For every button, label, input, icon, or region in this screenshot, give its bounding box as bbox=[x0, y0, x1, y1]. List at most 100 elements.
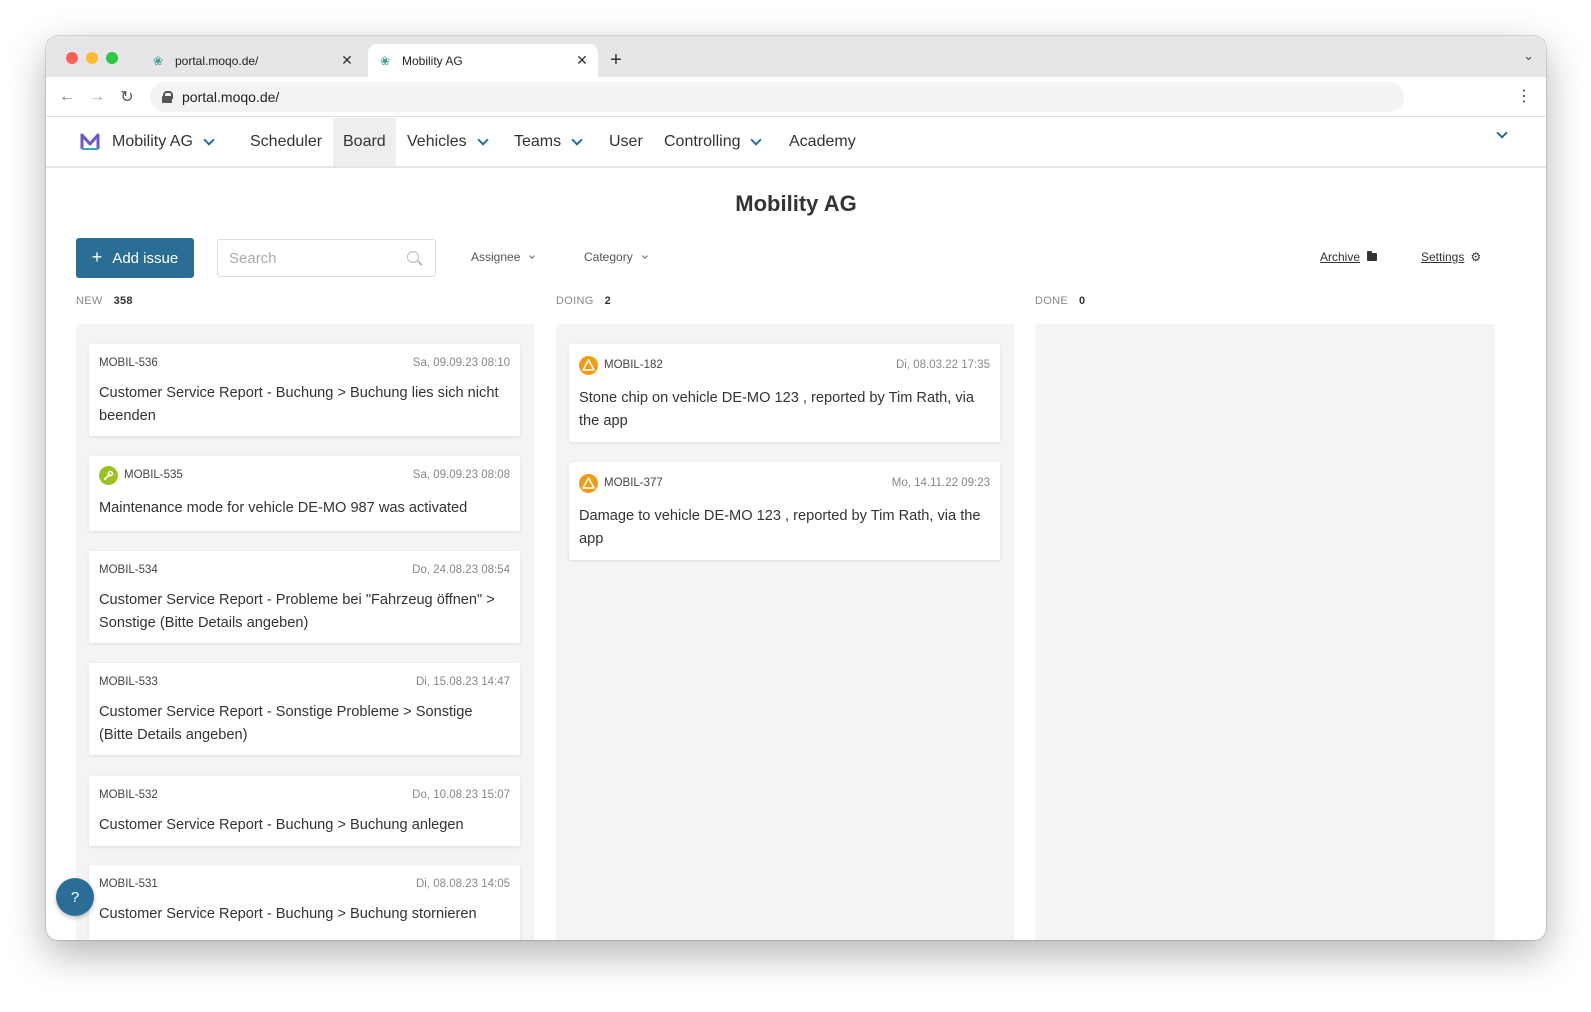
maximize-window-button[interactable] bbox=[106, 52, 118, 64]
assignee-filter[interactable]: Assignee bbox=[471, 250, 536, 264]
issue-title: Customer Service Report - Buchung > Buch… bbox=[99, 385, 499, 424]
back-arrow-icon[interactable]: ← bbox=[56, 86, 78, 108]
nav-board[interactable]: Board bbox=[333, 118, 396, 166]
nav-label: Controlling bbox=[664, 133, 741, 150]
brand-switcher[interactable]: Mobility AG bbox=[112, 118, 215, 166]
chevron-down-icon bbox=[203, 133, 215, 146]
browser-menu-icon[interactable]: ⋮ bbox=[1516, 87, 1532, 107]
issue-date: Do, 10.08.23 15:07 bbox=[412, 789, 510, 801]
forward-arrow-icon[interactable]: → bbox=[86, 86, 108, 108]
column-count: 358 bbox=[113, 295, 133, 307]
issue-title: Customer Service Report - Sonstige Probl… bbox=[99, 704, 473, 743]
issue-id: MOBIL-531 bbox=[99, 878, 158, 890]
tab-search-chevron-icon[interactable]: ⌄ bbox=[1523, 48, 1534, 64]
browser-tab-mobility-ag[interactable]: ❀ Mobility AG ✕ bbox=[368, 44, 598, 77]
column-new: MOBIL-536 Sa, 09.09.23 08:10 Customer Se… bbox=[76, 324, 534, 940]
nav-label: Vehicles bbox=[407, 133, 467, 150]
nav-label: Academy bbox=[789, 133, 856, 150]
column-name: DOING bbox=[556, 295, 594, 307]
help-button[interactable]: ? bbox=[56, 878, 94, 916]
nav-expand-chevron-icon[interactable] bbox=[1496, 127, 1508, 139]
archive-label: Archive bbox=[1320, 250, 1361, 264]
browser-tab-portal[interactable]: ❀ portal.moqo.de/ ✕ bbox=[141, 44, 363, 77]
column-header-done: DONE 0 bbox=[1035, 295, 1085, 307]
chevron-down-icon bbox=[529, 252, 536, 259]
issue-card[interactable]: MOBIL-532 Do, 10.08.23 15:07 Customer Se… bbox=[89, 776, 520, 846]
new-tab-button[interactable]: + bbox=[602, 46, 630, 74]
wrench-icon bbox=[99, 465, 118, 485]
app-navbar: Mobility AG Scheduler Board Vehicles Tea… bbox=[46, 118, 1546, 168]
chevron-down-icon bbox=[641, 252, 648, 259]
issue-date: Sa, 09.09.23 08:08 bbox=[412, 469, 510, 481]
minimize-window-button[interactable] bbox=[86, 52, 98, 64]
tab-strip: ❀ portal.moqo.de/ ✕ ❀ Mobility AG ✕ + ⌄ bbox=[46, 36, 1546, 77]
nav-label: User bbox=[609, 133, 643, 150]
nav-label: Teams bbox=[514, 133, 562, 150]
moqo-favicon-icon: ❀ bbox=[379, 53, 391, 68]
column-doing: MOBIL-182 Di, 08.03.22 17:35 Stone chip … bbox=[556, 324, 1014, 940]
column-name: DONE bbox=[1035, 295, 1068, 307]
moqo-favicon-icon: ❀ bbox=[152, 53, 164, 68]
add-issue-button[interactable]: + Add issue bbox=[76, 238, 194, 278]
category-label: Category bbox=[584, 250, 633, 264]
tab-close-icon[interactable]: ✕ bbox=[337, 52, 357, 69]
gear-icon: ⚙ bbox=[1470, 250, 1482, 264]
nav-academy[interactable]: Academy bbox=[789, 118, 856, 166]
column-name: NEW bbox=[76, 295, 103, 307]
brand-name: Mobility AG bbox=[112, 133, 193, 150]
tab-close-icon[interactable]: ✕ bbox=[572, 52, 592, 69]
category-filter[interactable]: Category bbox=[584, 250, 648, 264]
issue-card[interactable]: MOBIL-377 Mo, 14.11.22 09:23 Damage to v… bbox=[569, 462, 1000, 560]
nav-user[interactable]: User bbox=[609, 118, 643, 166]
moqo-logo-icon[interactable] bbox=[80, 132, 100, 152]
browser-toolbar: ← → ↻ portal.moqo.de/ ⋮ bbox=[46, 77, 1546, 117]
address-bar[interactable]: portal.moqo.de/ bbox=[150, 82, 1404, 112]
issue-card[interactable]: MOBIL-182 Di, 08.03.22 17:35 Stone chip … bbox=[569, 344, 1000, 442]
issue-title: Customer Service Report - Buchung > Buch… bbox=[99, 817, 464, 833]
search-input[interactable] bbox=[229, 249, 399, 267]
issue-title: Customer Service Report - Buchung > Buch… bbox=[99, 906, 477, 922]
column-count: 2 bbox=[604, 295, 611, 307]
nav-teams[interactable]: Teams bbox=[514, 118, 583, 166]
issue-id: MOBIL-377 bbox=[604, 477, 663, 489]
issue-card[interactable]: MOBIL-531 Di, 08.08.23 14:05 Customer Se… bbox=[89, 865, 520, 940]
archive-link[interactable]: Archive bbox=[1320, 250, 1378, 264]
reload-icon[interactable]: ↻ bbox=[116, 86, 138, 108]
folder-icon bbox=[1367, 251, 1378, 261]
issue-date: Do, 24.08.23 08:54 bbox=[412, 564, 510, 576]
issue-id: MOBIL-534 bbox=[99, 564, 158, 576]
tab-title: Mobility AG bbox=[402, 53, 463, 68]
plus-icon: + bbox=[91, 246, 103, 267]
browser-window: ❀ portal.moqo.de/ ✕ ❀ Mobility AG ✕ + ⌄ … bbox=[46, 36, 1546, 940]
warning-icon bbox=[579, 473, 598, 493]
nav-label: Scheduler bbox=[250, 133, 323, 150]
column-done bbox=[1035, 324, 1495, 940]
settings-link[interactable]: Settings ⚙ bbox=[1421, 250, 1481, 264]
issue-id: MOBIL-535 bbox=[124, 469, 183, 481]
issue-card[interactable]: MOBIL-533 Di, 15.08.23 14:47 Customer Se… bbox=[89, 663, 520, 755]
nav-vehicles[interactable]: Vehicles bbox=[407, 118, 489, 166]
url-text[interactable]: portal.moqo.de/ bbox=[182, 89, 279, 105]
issue-card[interactable]: MOBIL-535 Sa, 09.09.23 08:08 Maintenance… bbox=[89, 456, 520, 531]
nav-scheduler[interactable]: Scheduler bbox=[250, 118, 322, 166]
lock-icon bbox=[162, 91, 173, 103]
issue-card[interactable]: MOBIL-534 Do, 24.08.23 08:54 Customer Se… bbox=[89, 551, 520, 643]
issue-id: MOBIL-533 bbox=[99, 676, 158, 688]
tab-title: portal.moqo.de/ bbox=[175, 53, 259, 68]
issue-title: Damage to vehicle DE-MO 123 , reported b… bbox=[579, 508, 981, 547]
page-title: Mobility AG bbox=[735, 191, 857, 216]
issue-card[interactable]: MOBIL-536 Sa, 09.09.23 08:10 Customer Se… bbox=[89, 344, 520, 436]
chevron-down-icon bbox=[750, 133, 763, 146]
issue-title: Maintenance mode for vehicle DE-MO 987 w… bbox=[99, 500, 468, 516]
issue-date: Di, 08.08.23 14:05 bbox=[416, 878, 510, 890]
warning-icon bbox=[579, 355, 598, 375]
search-icon[interactable] bbox=[407, 251, 423, 267]
issue-title: Customer Service Report - Probleme bei "… bbox=[99, 592, 495, 631]
column-header-doing: DOING 2 bbox=[556, 295, 611, 307]
issue-date: Di, 08.03.22 17:35 bbox=[896, 359, 990, 371]
issue-id: MOBIL-536 bbox=[99, 357, 158, 369]
settings-label: Settings bbox=[1421, 250, 1465, 264]
close-window-button[interactable] bbox=[66, 52, 78, 64]
issue-title: Stone chip on vehicle DE-MO 123 , report… bbox=[579, 390, 975, 429]
nav-controlling[interactable]: Controlling bbox=[664, 118, 763, 166]
